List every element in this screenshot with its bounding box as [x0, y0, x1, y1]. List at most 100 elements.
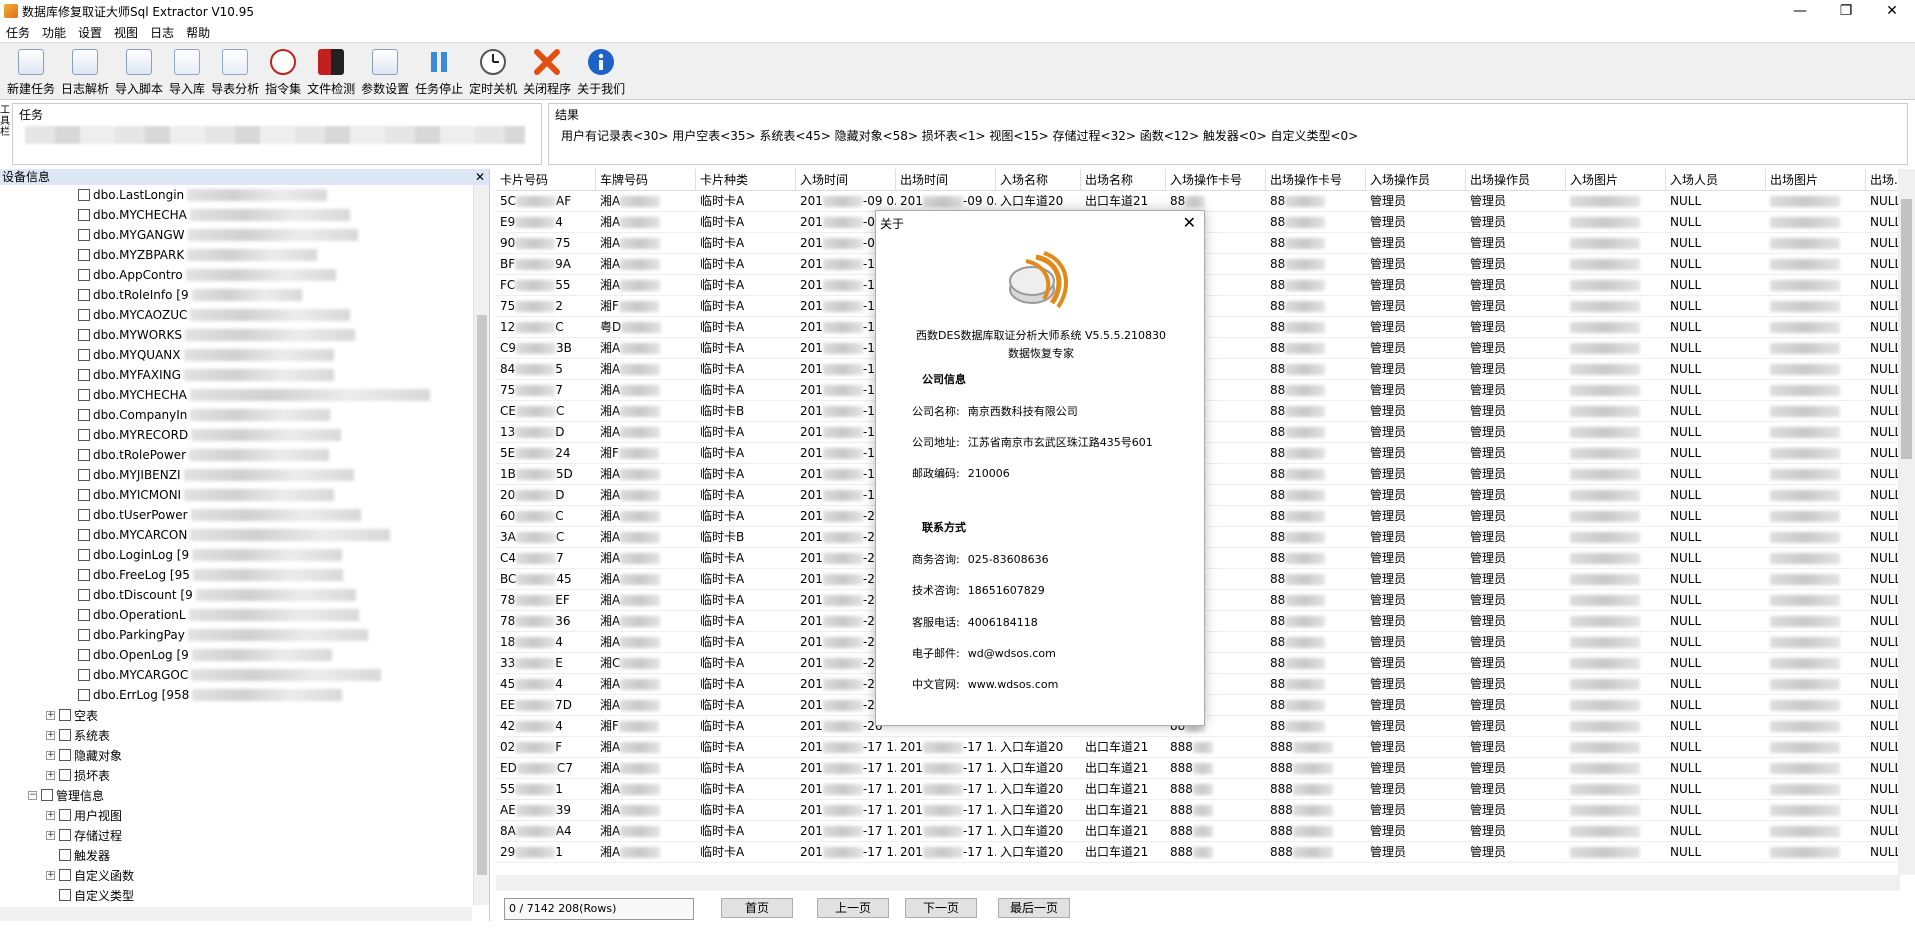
collapse-icon[interactable]: −	[28, 790, 37, 800]
table-checkbox[interactable]	[78, 629, 90, 641]
group-checkbox[interactable]	[59, 709, 71, 721]
table-node[interactable]: dbo.MYJIBENZI	[78, 465, 354, 485]
website-line[interactable]: 中文官网: www.wdsos.com	[912, 676, 1066, 692]
close-program-button[interactable]: 关闭程序	[523, 43, 571, 99]
table-checkbox[interactable]	[78, 549, 90, 561]
mgmt-item-node[interactable]: + 用户视图	[46, 805, 122, 825]
menu-task[interactable]: 任务	[0, 24, 36, 41]
menu-view[interactable]: 视图	[108, 24, 144, 41]
mgmt-item-checkbox[interactable]	[59, 809, 71, 821]
new-task-button[interactable]: 新建任务	[7, 43, 55, 99]
table-node[interactable]: dbo.tRolePower	[78, 445, 330, 465]
table-node[interactable]: dbo.MYRECORD	[78, 425, 342, 445]
table-node[interactable]: dbo.MYCHECHA	[78, 385, 430, 405]
mgmt-item-node[interactable]: + 存储过程	[46, 825, 122, 845]
last-page-button[interactable]: 最后一页	[998, 898, 1070, 918]
prev-page-button[interactable]: 上一页	[817, 898, 889, 918]
group-node[interactable]: + 隐藏对象	[46, 745, 122, 765]
table-checkbox[interactable]	[78, 489, 90, 501]
expand-icon[interactable]: +	[46, 710, 55, 720]
expand-icon[interactable]: +	[46, 730, 55, 740]
about-close-button[interactable]: ✕	[1183, 213, 1196, 232]
minimize-button[interactable]: —	[1777, 0, 1823, 22]
side-tab-toolbar[interactable]: 工具栏	[0, 105, 10, 169]
first-page-button[interactable]: 首页	[721, 898, 793, 918]
next-page-button[interactable]: 下一页	[905, 898, 977, 918]
table-node[interactable]: dbo.MYQUANX	[78, 345, 334, 365]
group-checkbox[interactable]	[59, 749, 71, 761]
table-analysis-button[interactable]: 导表分析	[211, 43, 259, 99]
table-node[interactable]: dbo.LoginLog [9	[78, 545, 343, 565]
column-header[interactable]: 卡片号码	[496, 169, 596, 191]
table-checkbox[interactable]	[78, 589, 90, 601]
table-row[interactable]: EDC7 湘A 临时卡A 201-17 1... 201-17 1... 入口车道20 出口…	[496, 758, 1900, 779]
close-window-button[interactable]: ✕	[1869, 0, 1915, 22]
tree-horizontal-scrollbar[interactable]	[0, 907, 472, 921]
group-node[interactable]: + 系统表	[46, 725, 110, 745]
table-checkbox[interactable]	[78, 409, 90, 421]
command-set-button[interactable]: 指令集	[265, 43, 301, 99]
column-header[interactable]: 车牌号码	[596, 169, 696, 191]
group-node[interactable]: + 空表	[46, 705, 98, 725]
import-db-button[interactable]: 导入库	[169, 43, 205, 99]
mgmt-node[interactable]: − 管理信息	[28, 785, 104, 805]
email-line[interactable]: 电子邮件: wd@wdsos.com	[912, 645, 1064, 661]
column-header[interactable]: 入场时间	[796, 169, 896, 191]
maximize-button[interactable]: ❐	[1823, 0, 1869, 22]
timed-shutdown-button[interactable]: 定时关机	[469, 43, 517, 99]
mgmt-item-node[interactable]: + 自定义函数	[46, 865, 134, 885]
table-node[interactable]: dbo.tRoleInfo [9	[78, 285, 302, 305]
table-node[interactable]: dbo.FreeLog [95	[78, 565, 343, 585]
table-checkbox[interactable]	[78, 689, 90, 701]
column-header[interactable]: 出场操作员	[1466, 169, 1566, 191]
table-checkbox[interactable]	[78, 389, 90, 401]
table-node[interactable]: dbo.OpenLog [9	[78, 645, 332, 665]
tree-vertical-scrollbar[interactable]	[473, 185, 489, 905]
column-header[interactable]: 出场名称	[1081, 169, 1166, 191]
table-row[interactable]: 8AA4 湘A 临时卡A 201-17 1... 201-17 1... 入口车道20 出口…	[496, 821, 1900, 842]
table-checkbox[interactable]	[78, 569, 90, 581]
expand-icon[interactable]: +	[46, 870, 55, 880]
table-node[interactable]: dbo.MYWORKS	[78, 325, 355, 345]
table-node[interactable]: dbo.MYCARGOC	[78, 665, 382, 685]
menu-settings[interactable]: 设置	[72, 24, 108, 41]
table-checkbox[interactable]	[78, 649, 90, 661]
mgmt-item-node[interactable]: 触发器	[46, 845, 110, 865]
table-node[interactable]: dbo.ErrLog [958	[78, 685, 343, 705]
table-node[interactable]: dbo.ParkingPay	[78, 625, 368, 645]
table-checkbox[interactable]	[78, 469, 90, 481]
table-row[interactable]: 5CAF 湘A 临时卡A 201-09 0... 201-09 0... 入口车道20 出口…	[496, 191, 1900, 212]
table-node[interactable]: dbo.MYCHECHA	[78, 205, 350, 225]
table-checkbox[interactable]	[78, 209, 90, 221]
table-checkbox[interactable]	[78, 669, 90, 681]
menu-log[interactable]: 日志	[144, 24, 180, 41]
table-node[interactable]: dbo.tUserPower	[78, 505, 361, 525]
expand-icon[interactable]: +	[46, 810, 55, 820]
mgmt-item-node[interactable]: 自定义类型	[46, 885, 134, 905]
table-checkbox[interactable]	[78, 309, 90, 321]
table-node[interactable]: dbo.MYICMONI	[78, 485, 335, 505]
table-row[interactable]: AE39 湘A 临时卡A 201-17 1... 201-17 1... 入口车道20 出口…	[496, 800, 1900, 821]
column-header[interactable]: 入场名称	[996, 169, 1081, 191]
table-checkbox[interactable]	[78, 249, 90, 261]
table-node[interactable]: dbo.MYZBPARK	[78, 245, 318, 265]
table-checkbox[interactable]	[78, 349, 90, 361]
table-row[interactable]: 02F 湘A 临时卡A 201-17 1... 201-17 1... 入口车道20 出口车…	[496, 737, 1900, 758]
table-node[interactable]: dbo.MYGANGW	[78, 225, 358, 245]
table-checkbox[interactable]	[78, 449, 90, 461]
table-checkbox[interactable]	[78, 609, 90, 621]
table-checkbox[interactable]	[78, 509, 90, 521]
column-header[interactable]: 入场图片	[1566, 169, 1666, 191]
table-node[interactable]: dbo.MYCARCON	[78, 525, 391, 545]
table-node[interactable]: dbo.AppContro	[78, 265, 336, 285]
param-settings-button[interactable]: 参数设置	[361, 43, 409, 99]
column-header[interactable]: 入场人员	[1666, 169, 1766, 191]
table-node[interactable]: dbo.tDiscount [9	[78, 585, 356, 605]
table-row[interactable]: 551 湘A 临时卡A 201-17 1... 201-17 1... 入口车道20 出口车…	[496, 779, 1900, 800]
table-checkbox[interactable]	[78, 429, 90, 441]
table-node[interactable]: dbo.LastLongin	[78, 185, 328, 205]
table-node[interactable]: dbo.CompanyIn	[78, 405, 331, 425]
table-checkbox[interactable]	[78, 289, 90, 301]
table-checkbox[interactable]	[78, 189, 90, 201]
table-checkbox[interactable]	[78, 529, 90, 541]
